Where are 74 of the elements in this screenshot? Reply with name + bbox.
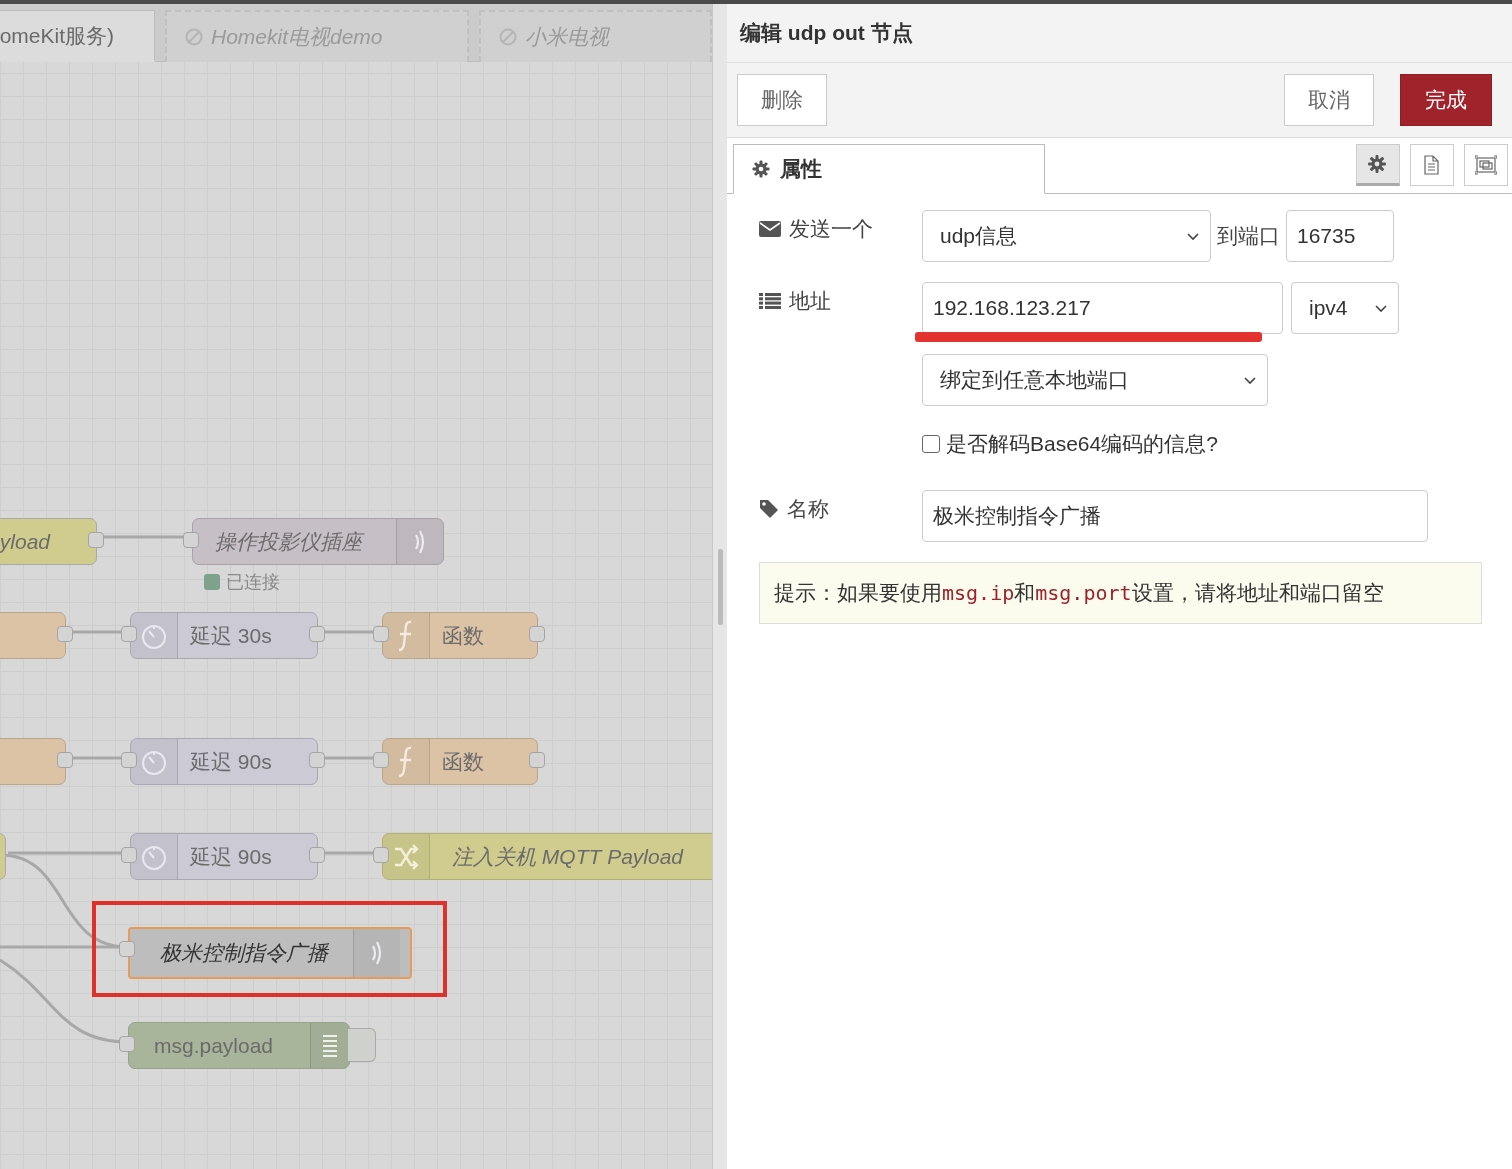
appearance-tab-button[interactable] [1464,144,1508,186]
tip-text: 提示：如果要使用msg.ip和msg.port设置，请将地址和端口留空 [759,562,1482,624]
field-label: 名称 [787,496,829,522]
flow-node[interactable]: 注入关机 MQTT Payload [382,833,712,880]
node-label: 延迟 30s [190,622,273,649]
chevron-down-icon [1186,231,1200,241]
node-port[interactable] [309,626,325,642]
checkbox-label: 是否解码Base64编码的信息? [946,431,1218,457]
flow-node[interactable]: msg.payload [128,1022,350,1069]
status-text: 已连接 [226,571,280,594]
node-label: 延迟 90s [190,748,273,775]
bind-select[interactable]: 绑定到任意本地端口 [922,354,1268,406]
node-port[interactable] [119,1036,135,1052]
settings-icon [1367,154,1389,174]
node-port[interactable] [183,532,199,548]
node-port[interactable] [57,626,73,642]
primary-button[interactable]: 完成 [1400,74,1492,126]
flow-node[interactable]: 函数 [382,738,538,785]
properties-tab[interactable]: 属性 [733,144,1045,194]
node-label: 延迟 90s [190,843,273,870]
node-label: 函数 [442,748,485,775]
list-icon [759,293,781,309]
tab-label: omeKit服务) [0,22,114,49]
settings-tab-button[interactable] [1356,144,1400,186]
splitter-handle[interactable] [717,548,723,625]
description-tab-button[interactable] [1410,144,1454,186]
disabled-icon [185,28,203,46]
node-label: 操作投影仪插座 [215,527,374,556]
chevron-down-icon [1243,375,1257,385]
toggle-button[interactable] [348,1028,376,1062]
node-label: 注入关机 MQTT Payload [451,843,685,870]
node-port[interactable] [121,847,137,863]
port-label: 到端口 [1217,223,1280,249]
tab-label: 属性 [780,156,822,182]
frame-icon [1475,155,1497,175]
node-port[interactable] [88,532,104,548]
cancel-button[interactable]: 取消 [1284,74,1374,126]
flow-tab[interactable]: omeKit服务) [0,10,155,62]
field-label: 发送一个 [789,216,873,242]
chevron-down-icon [1374,303,1388,313]
node-port[interactable] [121,752,137,768]
node-label: 极米控制指令广播 [160,940,330,966]
tag-icon [759,499,779,519]
name-field[interactable]: 极米控制指令广播 [922,490,1428,542]
node-port[interactable] [373,752,389,768]
node-label: 函数 [442,622,485,649]
gear-icon [752,160,770,178]
port-field[interactable]: 16735 [1286,210,1394,262]
flow-node[interactable]: 极米控制指令广播 [128,927,412,979]
flow-node[interactable]: 延迟 30s [130,612,318,659]
address-field[interactable]: 192.168.123.217 [922,282,1283,334]
delete-button[interactable]: 删除 [737,74,827,126]
shuffle-icon [393,841,419,872]
node-port[interactable] [121,626,137,642]
flow-node[interactable]: 延迟 90s [130,833,318,880]
panel-title: 编辑 udp out 节点 [740,20,913,46]
node-port[interactable] [309,847,325,863]
envelope-icon [759,221,781,237]
node-label: msg.payload [153,1033,275,1058]
node-port[interactable] [529,626,545,642]
flow-node[interactable]: 操作投影仪插座 [192,518,444,565]
node-port[interactable] [309,752,325,768]
field-label: 地址 [789,288,831,314]
node-port[interactable] [373,847,389,863]
ip-version-select[interactable]: ipv4 [1291,282,1399,334]
node-port[interactable] [57,752,73,768]
node-port[interactable] [119,941,135,957]
flow-node[interactable]: 函数 [382,612,538,659]
node-port[interactable] [529,752,545,768]
flow-node[interactable]: 延迟 90s [130,738,318,785]
checkbox[interactable] [922,435,940,453]
message-type-select[interactable]: udp信息 [922,210,1211,262]
node-port[interactable] [373,626,389,642]
disabled-icon [499,28,518,46]
